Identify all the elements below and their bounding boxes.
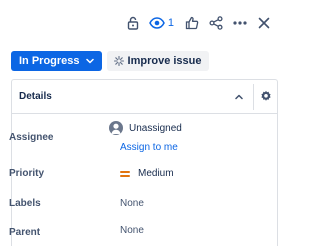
improve-issue-label: Improve issue xyxy=(127,55,202,67)
chevron-up-icon[interactable] xyxy=(232,90,246,104)
header-divider xyxy=(253,84,254,110)
assignee-label: Assignee xyxy=(9,132,54,143)
close-icon[interactable] xyxy=(256,12,272,34)
details-panel: Details xyxy=(11,79,278,246)
assignee-value[interactable]: Unassigned xyxy=(108,121,182,135)
chevron-down-icon xyxy=(85,58,94,64)
issue-toolbar: 1 xyxy=(125,12,272,34)
issue-actions: In Progress Improve issue xyxy=(11,51,209,71)
details-header[interactable]: Details xyxy=(12,80,277,114)
assign-to-me-link[interactable]: Assign to me xyxy=(120,142,178,153)
person-avatar-icon xyxy=(109,121,123,135)
more-icon[interactable] xyxy=(232,12,248,34)
priority-text: Medium xyxy=(138,168,174,179)
thumbs-up-icon[interactable] xyxy=(184,12,200,34)
priority-value[interactable]: Medium xyxy=(120,168,174,179)
lock-icon[interactable] xyxy=(125,12,141,34)
labels-value[interactable]: None xyxy=(120,198,144,209)
watch-button[interactable]: 1 xyxy=(149,12,174,34)
status-label: In Progress xyxy=(19,55,80,67)
parent-value[interactable]: None xyxy=(120,225,144,236)
status-dropdown-button[interactable]: In Progress xyxy=(11,51,102,71)
gear-icon[interactable] xyxy=(259,89,273,103)
eye-icon xyxy=(149,17,165,29)
priority-label: Priority xyxy=(9,168,45,179)
priority-medium-icon xyxy=(120,170,130,177)
details-title: Details xyxy=(19,91,52,102)
labels-label: Labels xyxy=(9,198,41,209)
parent-label: Parent xyxy=(9,227,41,238)
improve-issue-button[interactable]: Improve issue xyxy=(106,51,209,71)
share-icon[interactable] xyxy=(208,12,224,34)
sparkle-icon xyxy=(113,56,124,66)
assignee-name: Unassigned xyxy=(129,122,182,134)
watch-count: 1 xyxy=(167,17,174,29)
